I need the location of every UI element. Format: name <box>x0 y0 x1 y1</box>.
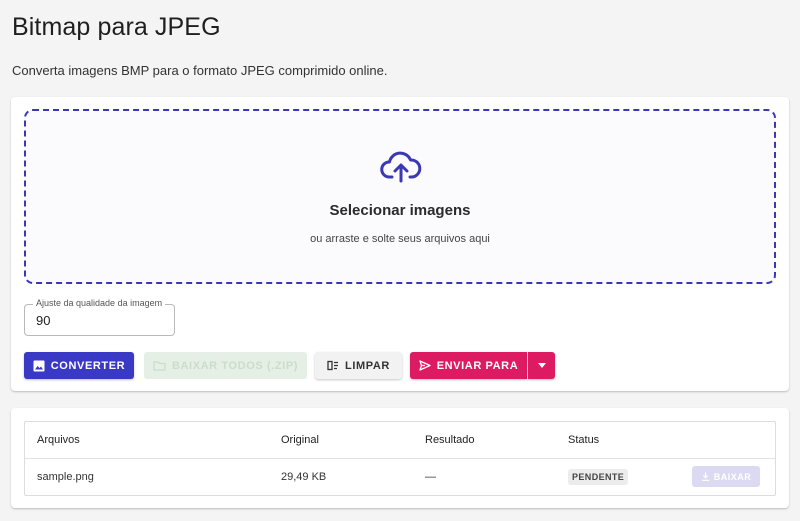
file-dropzone[interactable]: Selecionar imagens ou arraste e solte se… <box>24 109 776 284</box>
download-all-zip-label: Baixar todos (.zip) <box>171 359 299 372</box>
quality-input[interactable] <box>36 313 156 328</box>
status-badge: PENDENTE <box>568 469 629 485</box>
column-header-status: Status <box>568 434 600 446</box>
files-table: Arquivos Original Resultado Status sampl… <box>24 421 776 496</box>
page-subtitle: Converta imagens BMP para o formato JPEG… <box>12 63 388 78</box>
dropzone-hint: ou arraste e solte seus arquivos aqui <box>310 233 490 245</box>
send-to-button-label: Enviar para <box>436 359 519 372</box>
send-to-button[interactable]: Enviar para <box>410 352 527 379</box>
download-button-label: Baixar <box>713 471 752 482</box>
send-to-dropdown-button[interactable] <box>528 352 555 379</box>
dropzone-title: Selecionar imagens <box>329 202 471 219</box>
clear-button[interactable]: Limpar <box>315 352 402 379</box>
quality-field[interactable]: Ajuste da qualidade da imagem <box>24 298 175 336</box>
send-icon <box>419 360 431 371</box>
download-all-zip-button[interactable]: Baixar todos (.zip) <box>144 352 307 379</box>
clear-list-icon <box>327 360 339 371</box>
clear-button-label: Limpar <box>345 359 390 372</box>
quality-label: Ajuste da qualidade da imagem <box>33 298 166 308</box>
download-button[interactable]: Baixar <box>692 466 760 487</box>
row-result-size: — <box>425 471 436 483</box>
image-icon <box>33 360 45 371</box>
caret-down-icon <box>537 363 546 368</box>
cloud-upload-icon <box>380 151 422 183</box>
page-title: Bitmap para JPEG <box>12 13 221 41</box>
convert-button-label: Converter <box>50 359 126 372</box>
convert-button[interactable]: Converter <box>24 352 134 379</box>
row-original-size: 29,49 KB <box>281 471 327 483</box>
header-divider <box>25 458 775 459</box>
column-header-original: Original <box>281 434 319 446</box>
column-header-result: Resultado <box>425 434 475 446</box>
folder-icon <box>153 361 166 371</box>
files-table-card: Arquivos Original Resultado Status sampl… <box>11 408 789 508</box>
row-file-name: sample.png <box>37 471 94 483</box>
download-icon <box>701 472 709 481</box>
column-header-files: Arquivos <box>37 434 80 446</box>
upload-card: Selecionar imagens ou arraste e solte se… <box>11 97 789 391</box>
